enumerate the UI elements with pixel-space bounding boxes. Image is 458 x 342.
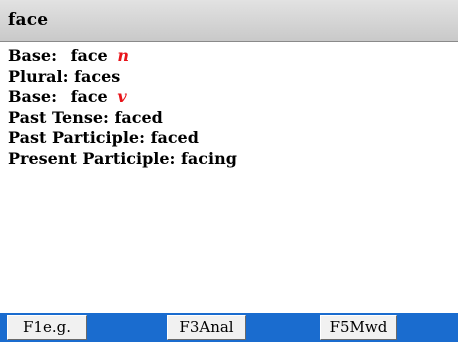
title-bar: face <box>0 0 458 42</box>
part-of-speech-noun: n <box>117 46 129 65</box>
entry-value: faced <box>150 128 199 147</box>
entry-value: faced <box>114 107 163 127</box>
entry-value: faces <box>74 66 121 86</box>
entry-label: Past Tense: <box>8 107 109 127</box>
entry-label: Base: <box>8 87 57 106</box>
entry-past-participle: Past Participle: faced <box>8 128 450 149</box>
entry-label: Plural: <box>8 66 69 86</box>
dictionary-screen: face Base: face n Plural: faces Base: fa… <box>0 0 458 342</box>
entry-label: Past Participle: <box>8 128 145 147</box>
part-of-speech-verb: v <box>117 87 127 106</box>
headword-title: face <box>8 10 49 30</box>
entry-past-tense: Past Tense: faced <box>8 108 450 129</box>
softkey-f1-examples[interactable]: F1e.g. <box>7 315 87 340</box>
entry-value: face <box>70 46 108 65</box>
entry-base-verb: Base: face v <box>8 87 450 108</box>
entry-present-participle: Present Participle: facing <box>8 149 450 170</box>
softkey-bar: F1e.g. F3Anal F5Mwd <box>0 313 458 342</box>
entry-base-noun: Base: face n <box>8 46 450 67</box>
entry-label: Present Participle: <box>8 148 176 168</box>
softkey-f3-analysis[interactable]: F3Anal <box>167 315 246 340</box>
entry-value: face <box>70 87 108 106</box>
word-forms-list: Base: face n Plural: faces Base: face v … <box>8 46 450 169</box>
entry-value: facing <box>181 148 237 168</box>
softkey-f5-multiword[interactable]: F5Mwd <box>320 315 397 340</box>
entry-plural: Plural: faces <box>8 67 450 88</box>
entry-label: Base: <box>8 46 57 65</box>
